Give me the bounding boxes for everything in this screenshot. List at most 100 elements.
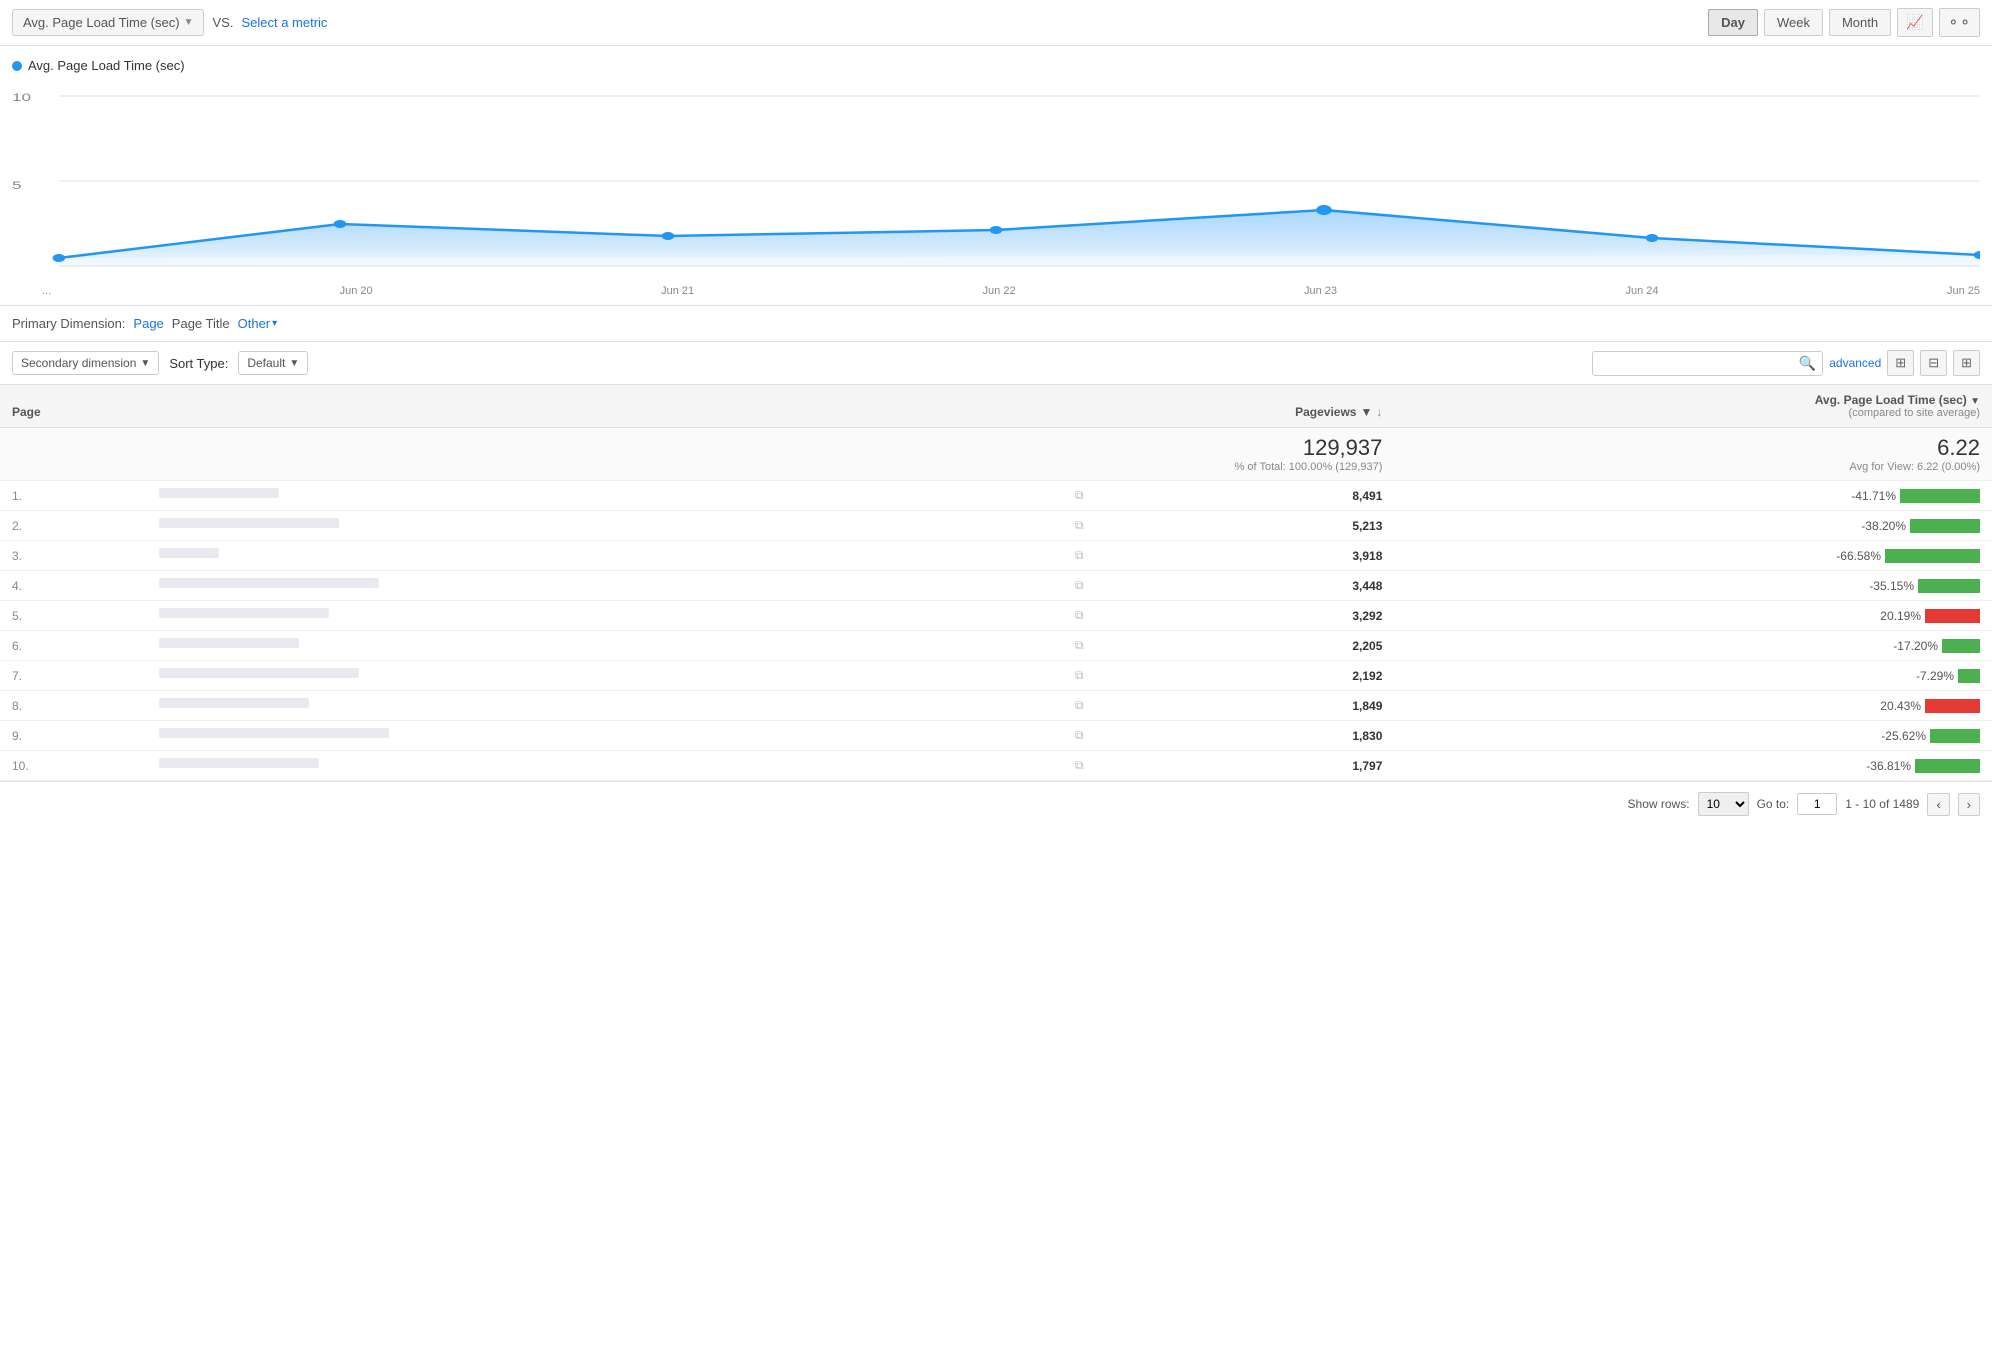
table-controls-right: 🔍 advanced ⊞ ⊟ ⊞ bbox=[1592, 350, 1980, 376]
page-link-icon[interactable]: ⧉ bbox=[1075, 488, 1084, 503]
comparison-view-btn[interactable]: ⊟ bbox=[1920, 350, 1947, 376]
chart-container: Avg. Page Load Time (sec) 10 5 bbox=[0, 46, 1992, 306]
x-label-5: Jun 24 bbox=[1625, 285, 1658, 297]
metric-arrow-icon: ▼ bbox=[184, 17, 194, 28]
pageviews-cell: 1,830 bbox=[1096, 721, 1395, 751]
metric-header-arrow-icon[interactable]: ▼ bbox=[1970, 396, 1980, 407]
dim-other-dropdown[interactable]: Other ▾ bbox=[238, 316, 278, 331]
line-chart-btn[interactable]: 📈 bbox=[1897, 8, 1932, 37]
sort-arrow-icon: ▼ bbox=[289, 358, 299, 369]
page-link-icon[interactable]: ⧉ bbox=[1075, 578, 1084, 593]
chart-area: 10 5 bbox=[12, 81, 1980, 281]
table-row: 9. ⧉ 1,830 -25.62% bbox=[0, 721, 1992, 751]
dim-page-link[interactable]: Page bbox=[133, 316, 163, 331]
page-link-icon[interactable]: ⧉ bbox=[1075, 518, 1084, 533]
page-name-blurred bbox=[159, 608, 329, 618]
goto-input[interactable] bbox=[1797, 793, 1837, 815]
pct-value: -36.81% bbox=[1856, 759, 1911, 773]
page-link-icon[interactable]: ⧉ bbox=[1075, 698, 1084, 713]
primary-dim-label: Primary Dimension: bbox=[12, 316, 125, 331]
x-label-3: Jun 22 bbox=[983, 285, 1016, 297]
show-rows-label: Show rows: bbox=[1628, 797, 1690, 811]
search-icon[interactable]: 🔍 bbox=[1799, 355, 1816, 372]
page-link-icon[interactable]: ⧉ bbox=[1075, 758, 1084, 773]
row-number: 1. bbox=[0, 481, 147, 511]
chart-legend: Avg. Page Load Time (sec) bbox=[12, 58, 1980, 73]
comparison-bar bbox=[1942, 639, 1980, 653]
svg-text:5: 5 bbox=[12, 180, 22, 192]
col-pageviews-header: Pageviews ▼ ↓ bbox=[1096, 385, 1395, 428]
search-input[interactable] bbox=[1599, 356, 1799, 370]
pageviews-cell: 5,213 bbox=[1096, 511, 1395, 541]
table-controls: Secondary dimension ▼ Sort Type: Default… bbox=[0, 342, 1992, 385]
page-cell: ⧉ bbox=[147, 571, 1096, 601]
x-label-0: ... bbox=[42, 285, 51, 297]
row-number: 3. bbox=[0, 541, 147, 571]
metric-cell: -25.62% bbox=[1394, 721, 1992, 751]
pct-value: -41.71% bbox=[1841, 489, 1896, 503]
pageviews-cell: 3,448 bbox=[1096, 571, 1395, 601]
table-row: 2. ⧉ 5,213 -38.20% bbox=[0, 511, 1992, 541]
page-name-blurred bbox=[159, 728, 389, 738]
secondary-dimension-btn[interactable]: Secondary dimension ▼ bbox=[12, 351, 159, 375]
comparison-bar bbox=[1915, 759, 1980, 773]
summary-row: 129,937 % of Total: 100.00% (129,937) 6.… bbox=[0, 428, 1992, 481]
pageviews-cell: 2,205 bbox=[1096, 631, 1395, 661]
legend-dot bbox=[12, 61, 22, 71]
page-name-blurred bbox=[159, 638, 299, 648]
row-number: 8. bbox=[0, 691, 147, 721]
pageviews-cell: 3,292 bbox=[1096, 601, 1395, 631]
metric-cell: -41.71% bbox=[1394, 481, 1992, 511]
dim-other-label: Other bbox=[238, 316, 271, 331]
page-link-icon[interactable]: ⧉ bbox=[1075, 548, 1084, 563]
pct-value: -38.20% bbox=[1851, 519, 1906, 533]
row-number: 5. bbox=[0, 601, 147, 631]
header-controls: Avg. Page Load Time (sec) ▼ VS. Select a… bbox=[0, 0, 1992, 46]
row-number: 4. bbox=[0, 571, 147, 601]
page-link-icon[interactable]: ⧉ bbox=[1075, 668, 1084, 683]
dim-page-title-link[interactable]: Page Title bbox=[172, 316, 230, 331]
x-label-6: Jun 25 bbox=[1947, 285, 1980, 297]
vs-text: VS. bbox=[212, 15, 233, 30]
metric-cell: 20.19% bbox=[1394, 601, 1992, 631]
page-link-icon[interactable]: ⧉ bbox=[1075, 728, 1084, 743]
table-row: 3. ⧉ 3,918 -66.58% bbox=[0, 541, 1992, 571]
sort-dir-icon[interactable]: ↓ bbox=[1376, 405, 1382, 419]
svg-text:10: 10 bbox=[12, 92, 31, 104]
grid-view-btn[interactable]: ⊞ bbox=[1887, 350, 1914, 376]
page-link-icon[interactable]: ⧉ bbox=[1075, 608, 1084, 623]
select-metric-link[interactable]: Select a metric bbox=[241, 15, 327, 30]
prev-page-btn[interactable]: ‹ bbox=[1927, 793, 1949, 816]
legend-label: Avg. Page Load Time (sec) bbox=[28, 58, 185, 73]
advanced-link[interactable]: advanced bbox=[1829, 356, 1881, 370]
col-metric-header: Avg. Page Load Time (sec) ▼ (compared to… bbox=[1394, 385, 1992, 428]
page-cell: ⧉ bbox=[147, 631, 1096, 661]
table-row: 5. ⧉ 3,292 20.19% bbox=[0, 601, 1992, 631]
comparison-bar bbox=[1930, 729, 1980, 743]
metric-cell: 20.43% bbox=[1394, 691, 1992, 721]
week-btn[interactable]: Week bbox=[1764, 9, 1823, 36]
day-btn[interactable]: Day bbox=[1708, 9, 1758, 36]
comparison-bar bbox=[1918, 579, 1980, 593]
next-page-btn[interactable]: › bbox=[1958, 793, 1980, 816]
row-number: 10. bbox=[0, 751, 147, 781]
pct-value: -66.58% bbox=[1826, 549, 1881, 563]
row-number: 2. bbox=[0, 511, 147, 541]
metric-dropdown-btn[interactable]: Avg. Page Load Time (sec) ▼ bbox=[12, 9, 204, 36]
table-row: 1. ⧉ 8,491 -41.71% bbox=[0, 481, 1992, 511]
pageviews-cell: 3,918 bbox=[1096, 541, 1395, 571]
page-link-icon[interactable]: ⧉ bbox=[1075, 638, 1084, 653]
metric-label: Avg. Page Load Time (sec) bbox=[23, 15, 180, 30]
metric-cell: -35.15% bbox=[1394, 571, 1992, 601]
month-btn[interactable]: Month bbox=[1829, 9, 1891, 36]
pageviews-cell: 1,797 bbox=[1096, 751, 1395, 781]
sort-arrow-pv-icon[interactable]: ▼ bbox=[1360, 405, 1372, 419]
table-row: 7. ⧉ 2,192 -7.29% bbox=[0, 661, 1992, 691]
rows-per-page-select[interactable]: 10 25 50 100 bbox=[1698, 792, 1749, 816]
sort-type-btn[interactable]: Default ▼ bbox=[238, 351, 308, 375]
summary-metric: 6.22 Avg for View: 6.22 (0.00%) bbox=[1394, 428, 1992, 481]
pivot-view-btn[interactable]: ⊞ bbox=[1953, 350, 1980, 376]
page-cell: ⧉ bbox=[147, 481, 1096, 511]
secondary-dim-arrow-icon: ▼ bbox=[140, 358, 150, 369]
scatter-chart-btn[interactable]: ⚬⚬ bbox=[1939, 8, 1980, 37]
